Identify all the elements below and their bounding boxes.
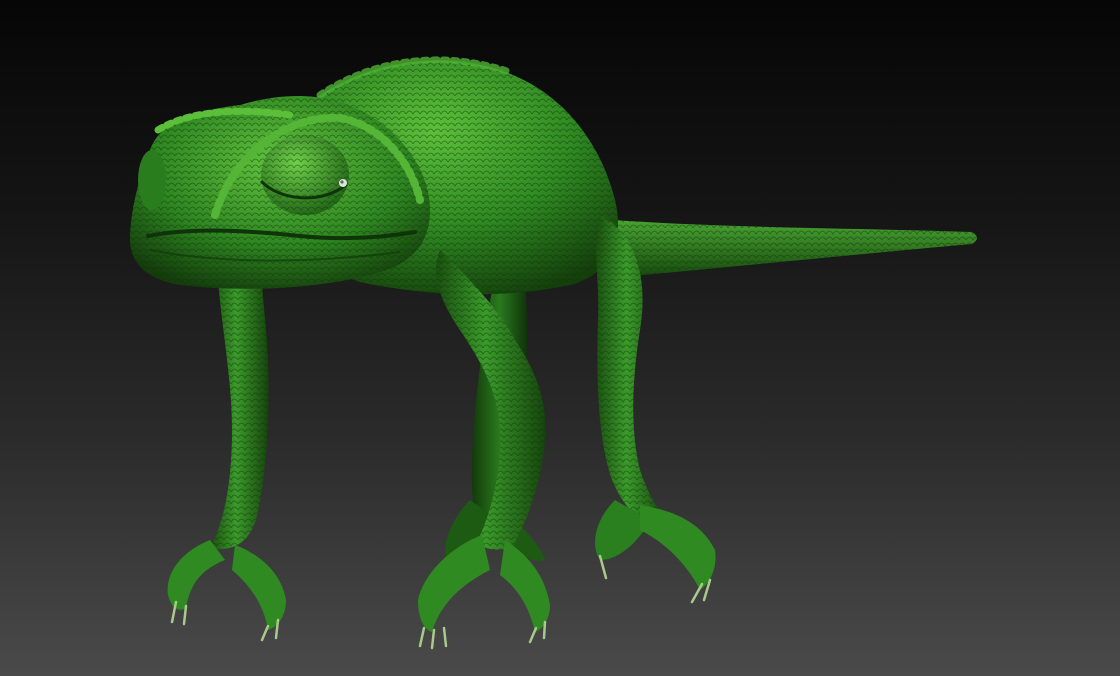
front-leg-left <box>167 280 286 642</box>
eye-icon <box>260 135 349 215</box>
chameleon-model <box>130 56 977 650</box>
tail <box>590 218 977 278</box>
head-bump <box>138 150 166 210</box>
render-viewport[interactable] <box>0 0 1120 676</box>
